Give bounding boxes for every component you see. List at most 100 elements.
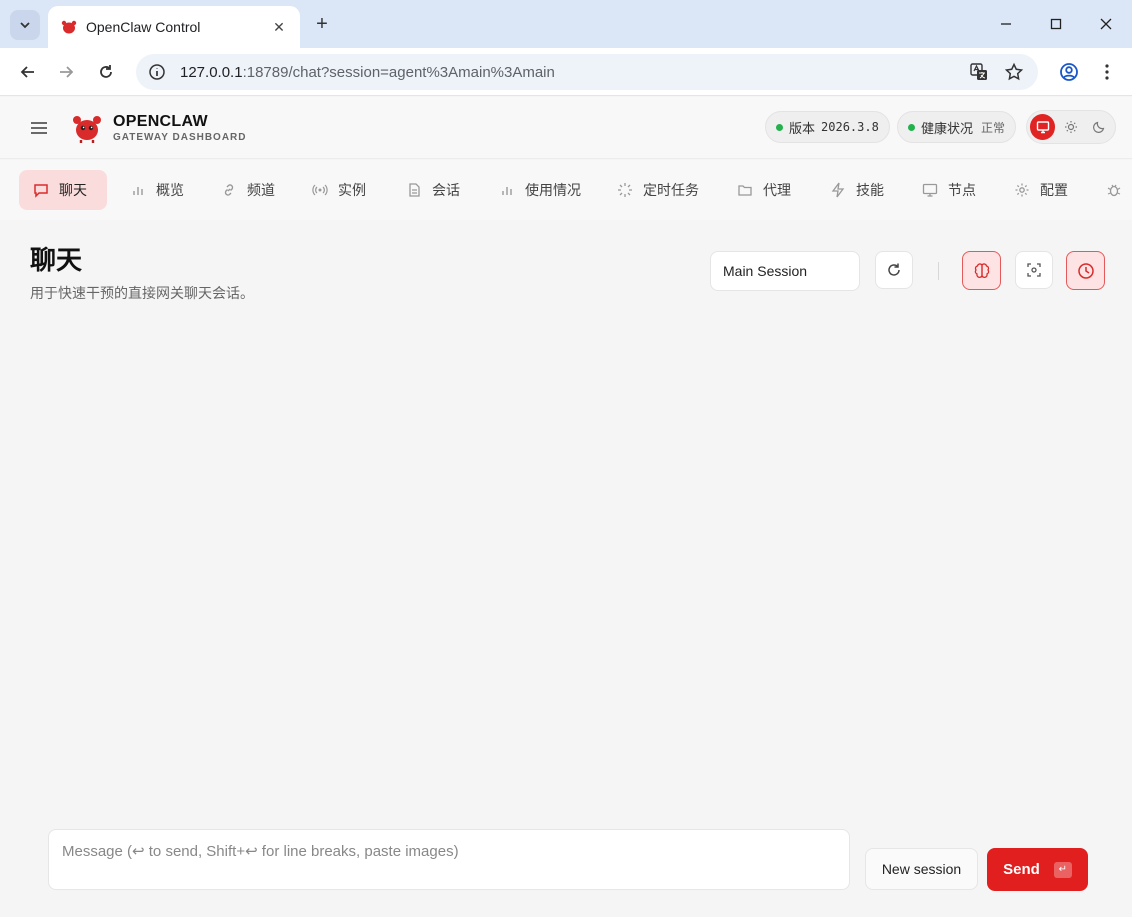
arrow-right-icon	[60, 66, 74, 78]
nav-item-usage[interactable]: 使用情况	[485, 170, 595, 210]
chat-icon	[33, 182, 49, 198]
version-label: 版本	[789, 120, 816, 136]
app-header: OPENCLAW GATEWAY DASHBOARD 版本 2026.3.8 健…	[0, 97, 1132, 159]
more-vertical-icon	[1105, 64, 1109, 80]
profile-button[interactable]	[1058, 61, 1080, 83]
theme-system-button[interactable]	[1030, 114, 1056, 140]
chevron-down-icon	[20, 22, 30, 29]
send-button[interactable]: Send ↵	[987, 848, 1088, 891]
maximize-icon	[1050, 18, 1062, 30]
openclaw-logo-icon	[73, 116, 101, 143]
info-icon[interactable]	[148, 63, 166, 81]
brand-title: OPENCLAW	[113, 113, 208, 130]
enter-key-icon: ↵	[1053, 861, 1072, 878]
browser-menu-button[interactable]	[1096, 61, 1118, 83]
message-input[interactable]: Message (↩ to send, Shift+↩ for line bre…	[48, 829, 850, 890]
arrow-left-icon	[20, 66, 34, 78]
link-icon	[221, 182, 237, 198]
tab-title: OpenClaw Control	[86, 19, 201, 35]
forward-button[interactable]	[54, 60, 78, 84]
history-toggle-button[interactable]	[1066, 251, 1105, 290]
nav-item-label: 概览	[156, 182, 184, 198]
health-badge: 健康状况 正常	[897, 111, 1017, 143]
nav-item-config[interactable]: 配置	[1000, 170, 1082, 210]
browser-tab-bar: OpenClaw Control ✕ +	[0, 0, 1132, 48]
toolbar-divider	[938, 262, 939, 280]
minimize-icon	[1001, 23, 1011, 25]
url-host: 127.0.0.1	[180, 63, 243, 81]
theme-dark-button[interactable]	[1087, 114, 1112, 140]
nav-item-instances[interactable]: 实例	[298, 170, 380, 210]
nav-item-label: 频道	[247, 182, 275, 198]
nav-item-label: 实例	[338, 182, 366, 198]
gear-icon	[1014, 182, 1030, 198]
address-bar[interactable]: 127.0.0.1:18789/chat?session=agent%3Amai…	[136, 54, 1038, 90]
nav-item-label: 代理	[763, 182, 791, 198]
status-dot	[776, 123, 783, 131]
main-nav: 聊天 概览 频道 实例 会话 使用情况 定时任务 代理 技能 节点 配置	[0, 160, 1132, 220]
star-icon	[1004, 62, 1024, 81]
maximize-button[interactable]	[1044, 12, 1068, 36]
radio-icon	[312, 182, 328, 198]
nav-item-label: 配置	[1040, 182, 1068, 198]
nav-item-cron[interactable]: 定时任务	[603, 170, 713, 210]
account-icon	[1060, 63, 1078, 81]
sun-icon	[1064, 121, 1077, 133]
monitor-icon	[1036, 121, 1049, 134]
health-label: 健康状况	[921, 120, 974, 136]
browser-tab[interactable]: OpenClaw Control ✕	[48, 6, 300, 48]
nav-item-chat[interactable]: 聊天	[19, 170, 107, 210]
scan-icon	[1027, 263, 1041, 277]
page-subtitle: 用于快速干预的直接网关聊天会话。	[30, 285, 254, 301]
url-text: 127.0.0.1:18789/chat?session=agent%3Amai…	[180, 64, 555, 81]
folder-icon	[737, 182, 753, 198]
browser-toolbar: 127.0.0.1:18789/chat?session=agent%3Amai…	[0, 48, 1132, 96]
reload-icon	[100, 65, 112, 78]
brain-icon	[974, 262, 989, 278]
focus-mode-button[interactable]	[1015, 251, 1053, 289]
version-value: 2026.3.8	[821, 120, 879, 134]
brand-subtitle: GATEWAY DASHBOARD	[113, 132, 247, 143]
new-tab-button[interactable]: +	[310, 12, 334, 36]
session-select[interactable]: Main Session	[710, 251, 860, 291]
send-label: Send	[1003, 861, 1040, 878]
openclaw-favicon-icon	[61, 20, 77, 34]
nav-item-nodes[interactable]: 节点	[908, 170, 990, 210]
monitor-icon	[922, 182, 938, 198]
nav-item-channels[interactable]: 频道	[207, 170, 289, 210]
tab-close-icon[interactable]: ✕	[270, 18, 288, 36]
url-path: :18789/chat?session=agent%3Amain%3Amain	[242, 63, 555, 81]
reload-button[interactable]	[94, 60, 118, 84]
bookmark-button[interactable]	[1003, 61, 1025, 83]
refresh-button[interactable]	[875, 251, 913, 289]
bar-chart-icon	[130, 182, 146, 198]
close-window-button[interactable]	[1094, 12, 1118, 36]
nav-item-label: 会话	[432, 182, 460, 198]
nav-item-label: 使用情况	[525, 182, 581, 198]
translate-button[interactable]	[968, 61, 990, 83]
hamburger-menu-icon[interactable]	[28, 117, 50, 139]
refresh-icon	[888, 263, 900, 276]
clock-icon	[1077, 262, 1094, 279]
minimize-button[interactable]	[994, 12, 1018, 36]
nav-item-label: 定时任务	[643, 182, 699, 198]
bug-icon	[1106, 182, 1122, 198]
translate-icon	[970, 63, 987, 80]
lightning-icon	[830, 182, 846, 198]
theme-light-button[interactable]	[1058, 114, 1083, 140]
health-value: 正常	[981, 120, 1006, 135]
bar-chart-icon	[499, 182, 515, 198]
back-button[interactable]	[16, 60, 40, 84]
thinking-toggle-button[interactable]	[962, 251, 1001, 290]
nav-item-overview[interactable]: 概览	[116, 170, 198, 210]
tab-search-button[interactable]	[10, 10, 40, 40]
nav-item-label: 节点	[948, 182, 976, 198]
new-session-button[interactable]: New session	[865, 848, 978, 890]
close-icon	[1100, 18, 1112, 30]
nav-item-debug[interactable]	[1092, 170, 1132, 210]
loader-icon	[617, 182, 633, 198]
nav-item-label: 技能	[856, 182, 884, 198]
nav-item-skills[interactable]: 技能	[816, 170, 898, 210]
nav-item-agents[interactable]: 代理	[723, 170, 805, 210]
nav-item-sessions[interactable]: 会话	[392, 170, 474, 210]
